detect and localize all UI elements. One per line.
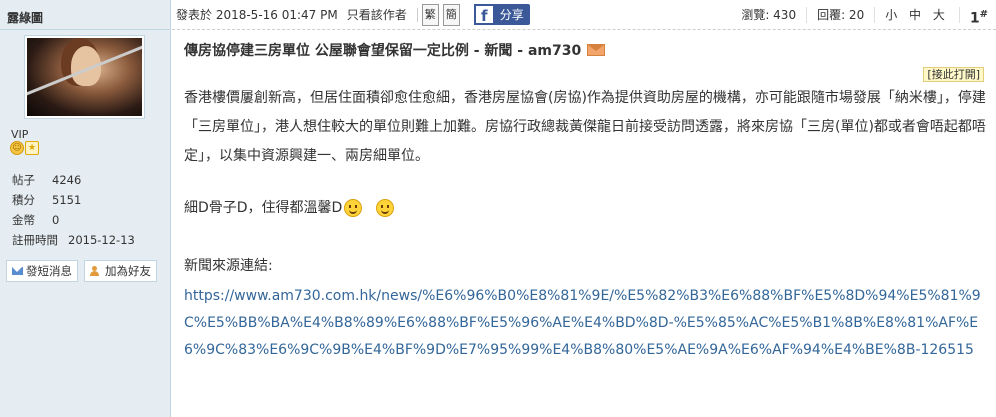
stat-posts: 帖子 4246 [12,173,82,187]
post-comment: 細D骨子D，住得都溫馨D [184,200,343,216]
mail-icon [12,267,23,275]
print-button[interactable]: [接此打開] [923,67,984,82]
floor-number[interactable]: 1# [958,7,996,27]
post-main: 發表於 2018-5-16 01:47 PM 只看該作者 繁 簡 f 分享 瀏覽… [172,0,996,417]
send-message-button[interactable]: 發短消息 [6,260,78,282]
envelope-icon[interactable] [587,44,606,56]
add-friend-icon [90,265,102,277]
view-count: 瀏覽: 430 [741,8,797,22]
rank-stars: ☺ ★ [10,141,39,155]
smiley-icon [344,199,363,217]
simplified-button[interactable]: 簡 [442,3,460,26]
user-actions: 發短消息 加為好友 [6,260,157,282]
post-title: 傳房協停建三房單位 公屋聯會望保留一定比例 - 新聞 - am730 [184,43,582,59]
post-title-row: 傳房協停建三房單位 公屋聯會望保留一定比例 - 新聞 - am730 [184,40,606,60]
user-stats: 帖子 4246 積分 5151 金幣 0 註冊時間 2015-12-13 [12,170,135,250]
post-paragraph: 香港樓價屢創新高，但居住面積卻愈住愈細，香港房屋協會(房協)作為提供資助房屋的機… [184,90,986,164]
source-link[interactable]: https://www.am730.com.hk/news/%E6%96%B0%… [184,283,996,364]
user-sidebar: 露綠圖 VIP ☺ ★ 帖子 4246 積分 5151 金幣 0 註冊時間 2015-1… [0,0,171,417]
only-author-link[interactable]: 只看該作者 [347,6,407,23]
reply-count: 回覆: 20 [806,7,874,23]
username[interactable]: 露綠圖 [0,0,170,30]
post-meta-bar: 發表於 2018-5-16 01:47 PM 只看該作者 繁 簡 f 分享 瀏覽… [172,0,996,30]
traditional-button[interactable]: 繁 [421,3,439,26]
sun-icon: ☺ [10,141,24,155]
smiley-icon [376,199,395,217]
user-group: VIP [11,128,29,141]
add-friend-button[interactable]: 加為好友 [84,260,157,282]
post-body: 香港樓價屢創新高，但居住面積卻愈住愈細，香港房屋協會(房協)作為提供資助房屋的機… [184,84,996,364]
posted-time: 發表於 2018-5-16 01:47 PM [176,8,338,22]
stat-register-date: 註冊時間 2015-12-13 [12,233,135,247]
post-stats: 瀏覽: 430 回覆: 20 小 中 大 1# [731,0,996,30]
send-message-label: 發短消息 [26,264,72,278]
source-label: 新聞來源連結: [184,258,273,274]
avatar-image [27,38,142,116]
star-icon: ★ [25,141,39,155]
share-label: 分享 [499,8,524,22]
stat-coins: 金幣 0 [12,213,60,227]
avatar[interactable] [24,35,145,119]
stat-points: 積分 5151 [12,193,82,207]
add-friend-label: 加為好友 [105,264,151,278]
comment-line: 細D骨子D，住得都溫馨D [184,195,996,221]
divider [416,7,418,22]
facebook-icon: f [473,4,495,25]
font-size-switch[interactable]: 小 中 大 [874,7,959,23]
facebook-share-button[interactable]: f 分享 [473,4,530,25]
